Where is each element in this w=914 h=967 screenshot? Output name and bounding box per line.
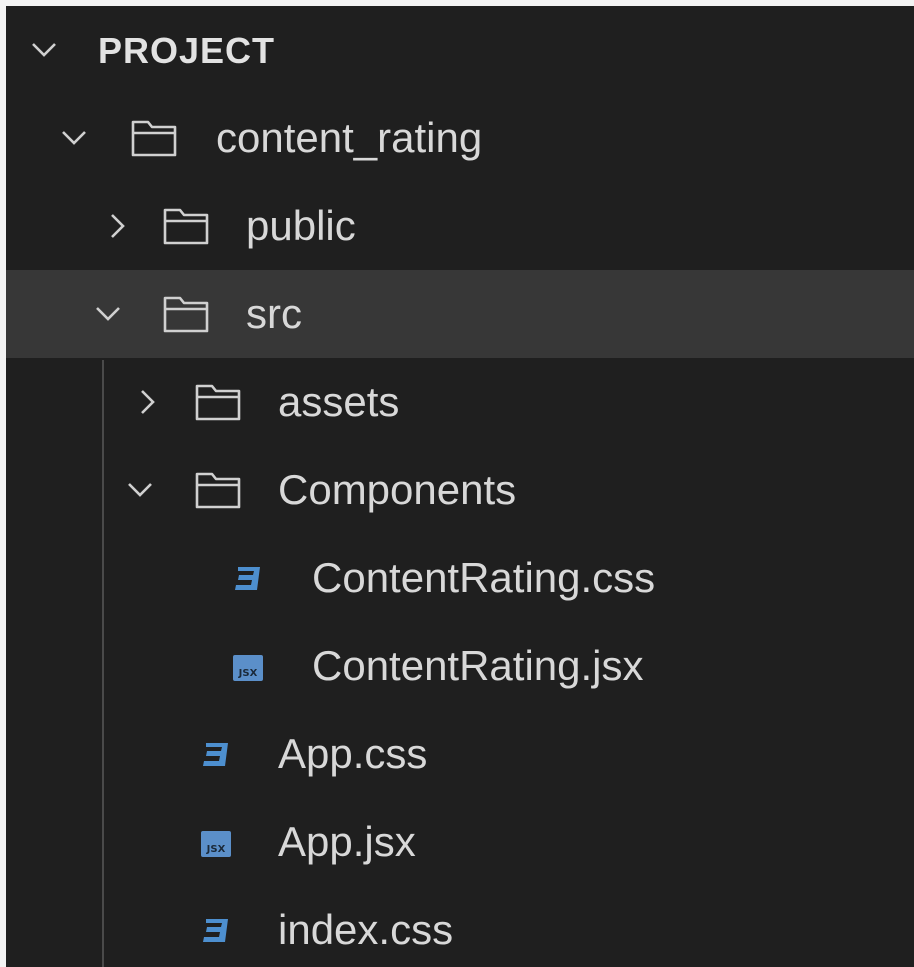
folder-icon	[131, 120, 177, 157]
tree-item-label: App.jsx	[278, 818, 416, 865]
folder-icon	[163, 208, 209, 245]
tree-item-components[interactable]: Components	[6, 446, 914, 534]
section-title: PROJECT	[98, 30, 276, 71]
chevron-down-icon	[62, 131, 86, 145]
explorer-panel: PROJECT content_rating public src assets…	[6, 6, 914, 967]
folder-icon	[195, 472, 241, 509]
css-file-icon	[203, 919, 228, 942]
folder-icon	[163, 296, 209, 333]
css-file-icon	[235, 567, 260, 590]
folder-icon	[195, 384, 241, 421]
chevron-down-icon	[32, 43, 56, 57]
tree-item-assets[interactable]: assets	[6, 358, 914, 446]
tree-item-content-rating[interactable]: content_rating	[6, 94, 914, 182]
chevron-down-icon	[96, 307, 120, 321]
chevron-down-icon	[128, 483, 152, 497]
tree-item-app-jsx[interactable]: JSX App.jsx	[6, 798, 914, 886]
css-file-icon	[203, 743, 228, 766]
tree-item-index-css[interactable]: index.css	[6, 886, 914, 967]
tree-item-label: content_rating	[216, 114, 483, 161]
jsx-badge-text: JSX	[238, 668, 258, 679]
jsx-file-icon: JSX	[233, 655, 263, 681]
tree-item-label: App.css	[278, 730, 428, 777]
tree-item-app-css[interactable]: App.css	[6, 710, 914, 798]
chevron-right-icon	[141, 390, 155, 414]
jsx-file-icon: JSX	[201, 831, 231, 857]
tree-item-label: ContentRating.css	[312, 554, 656, 601]
chevron-right-icon	[111, 214, 125, 238]
tree-item-label: Components	[278, 466, 517, 513]
tree-item-label: src	[246, 290, 302, 337]
project-section-header[interactable]: PROJECT	[6, 6, 914, 94]
tree-item-label: ContentRating.jsx	[312, 642, 644, 689]
tree-item-public[interactable]: public	[6, 182, 914, 270]
tree-item-label: assets	[278, 378, 400, 425]
tree-item-label: index.css	[278, 906, 454, 953]
tree-item-contentrating-jsx[interactable]: JSX ContentRating.jsx	[6, 622, 914, 710]
tree-item-contentrating-css[interactable]: ContentRating.css	[6, 534, 914, 622]
tree-item-src[interactable]: src	[6, 270, 914, 358]
tree-item-label: public	[246, 202, 356, 249]
jsx-badge-text: JSX	[206, 844, 226, 855]
